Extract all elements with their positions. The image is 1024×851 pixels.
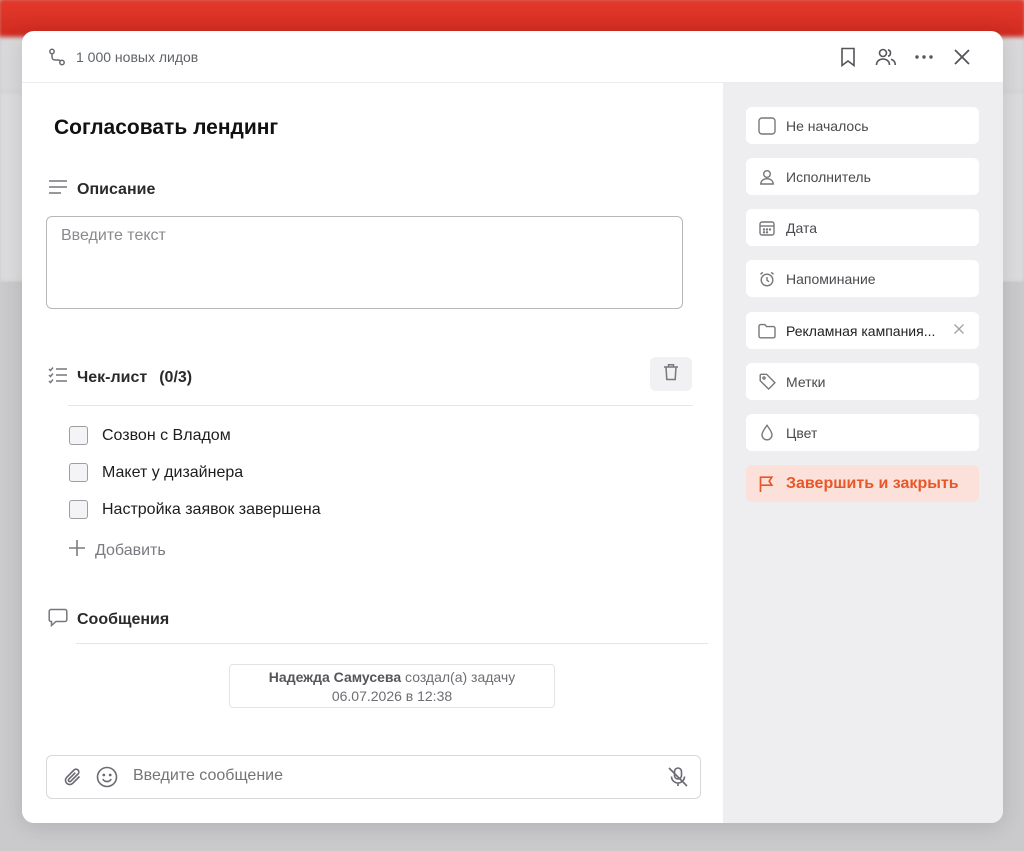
- checklist-item: Настройка заявок завершена: [69, 500, 321, 519]
- project-label: Рекламная кампания...: [786, 322, 936, 339]
- description-icon: [48, 179, 68, 200]
- plus-icon: [68, 539, 86, 562]
- event-timestamp: 06.07.2026 в 12:38: [331, 688, 453, 704]
- message-composer: [46, 755, 701, 799]
- status-label: Не началось: [786, 117, 869, 134]
- emoji-icon[interactable]: [96, 766, 118, 788]
- checklist-count: (0/3): [159, 368, 193, 386]
- delete-checklist-button[interactable]: [650, 357, 692, 391]
- add-checklist-item-label: Добавить: [95, 541, 166, 559]
- checklist-heading-label: Чек-лист: [77, 368, 148, 386]
- checklist-item: Созвон с Владом: [69, 426, 231, 445]
- checklist-icon: [48, 366, 68, 389]
- tags-label: Метки: [786, 373, 826, 390]
- checklist-item-label[interactable]: Настройка заявок завершена: [102, 501, 321, 519]
- alarm-icon: [758, 270, 776, 288]
- description-heading: Описание: [48, 179, 155, 200]
- date-button[interactable]: Дата: [746, 209, 979, 246]
- date-label: Дата: [786, 219, 818, 236]
- calendar-icon: [758, 219, 776, 237]
- project-button[interactable]: Рекламная кампания...: [746, 312, 979, 349]
- checklist-item-label[interactable]: Макет у дизайнера: [102, 464, 243, 482]
- color-button[interactable]: Цвет: [746, 414, 979, 451]
- task-modal: 1 000 новых лидов Согласовать лендинг Оп…: [22, 31, 1003, 823]
- messages-heading-label: Сообщения: [77, 611, 170, 628]
- finish-and-close-label: Завершить и закрыть: [786, 474, 959, 492]
- checklist-checkbox[interactable]: [69, 426, 88, 445]
- task-created-event: Надежда Самусева создал(а) задачу 06.07.…: [229, 664, 555, 708]
- task-title[interactable]: Согласовать лендинг: [54, 116, 278, 140]
- header-actions: [837, 45, 973, 69]
- event-author: Надежда Самусева: [268, 669, 402, 685]
- reminder-label: Напоминание: [786, 270, 876, 287]
- description-input[interactable]: Введите текст: [46, 216, 683, 309]
- close-icon[interactable]: [951, 45, 973, 69]
- description-heading-label: Описание: [77, 180, 156, 198]
- users-icon[interactable]: [875, 45, 897, 69]
- checklist-checkbox[interactable]: [69, 463, 88, 482]
- message-input[interactable]: [133, 767, 653, 785]
- checklist-item: Макет у дизайнера: [69, 463, 243, 482]
- status-button[interactable]: Не началось: [746, 107, 979, 144]
- reminder-button[interactable]: Напоминание: [746, 260, 979, 297]
- project-breadcrumb[interactable]: 1 000 новых лидов: [76, 49, 198, 65]
- color-label: Цвет: [786, 424, 818, 441]
- checklist-checkbox[interactable]: [69, 500, 88, 519]
- drop-icon: [758, 424, 776, 442]
- remove-project-icon[interactable]: [953, 322, 965, 338]
- event-line: Надежда Самусева создал(а) задачу: [230, 668, 554, 687]
- message-icon: [48, 608, 68, 632]
- add-checklist-item-button[interactable]: Добавить: [68, 539, 166, 562]
- messages-heading: Сообщения: [48, 608, 169, 632]
- status-checkbox-icon: [758, 116, 776, 135]
- task-sidebar: Не началось Исполнитель Дата Напоминание…: [723, 83, 1003, 823]
- paperclip-icon[interactable]: [62, 766, 84, 788]
- tag-icon: [758, 373, 776, 391]
- messages-divider: [76, 643, 708, 644]
- assignee-label: Исполнитель: [786, 168, 871, 185]
- trash-icon: [663, 363, 679, 386]
- task-main-panel: Согласовать лендинг Описание Введите тек…: [22, 83, 723, 823]
- checklist-item-label[interactable]: Созвон с Владом: [102, 427, 231, 445]
- user-icon: [758, 168, 776, 186]
- flag-icon: [758, 475, 776, 493]
- checklist-heading: Чек-лист (0/3): [48, 366, 192, 389]
- folder-icon: [758, 322, 776, 340]
- bookmark-icon[interactable]: [837, 45, 859, 69]
- tags-button[interactable]: Метки: [746, 363, 979, 400]
- more-icon[interactable]: [913, 45, 935, 69]
- modal-header: 1 000 новых лидов: [22, 31, 1003, 83]
- checklist-divider: [68, 405, 693, 406]
- assignee-button[interactable]: Исполнитель: [746, 158, 979, 195]
- event-action: создал(а) задачу: [405, 669, 516, 685]
- finish-and-close-button[interactable]: Завершить и закрыть: [746, 465, 979, 502]
- route-icon: [48, 48, 66, 66]
- mic-off-icon[interactable]: [667, 766, 689, 788]
